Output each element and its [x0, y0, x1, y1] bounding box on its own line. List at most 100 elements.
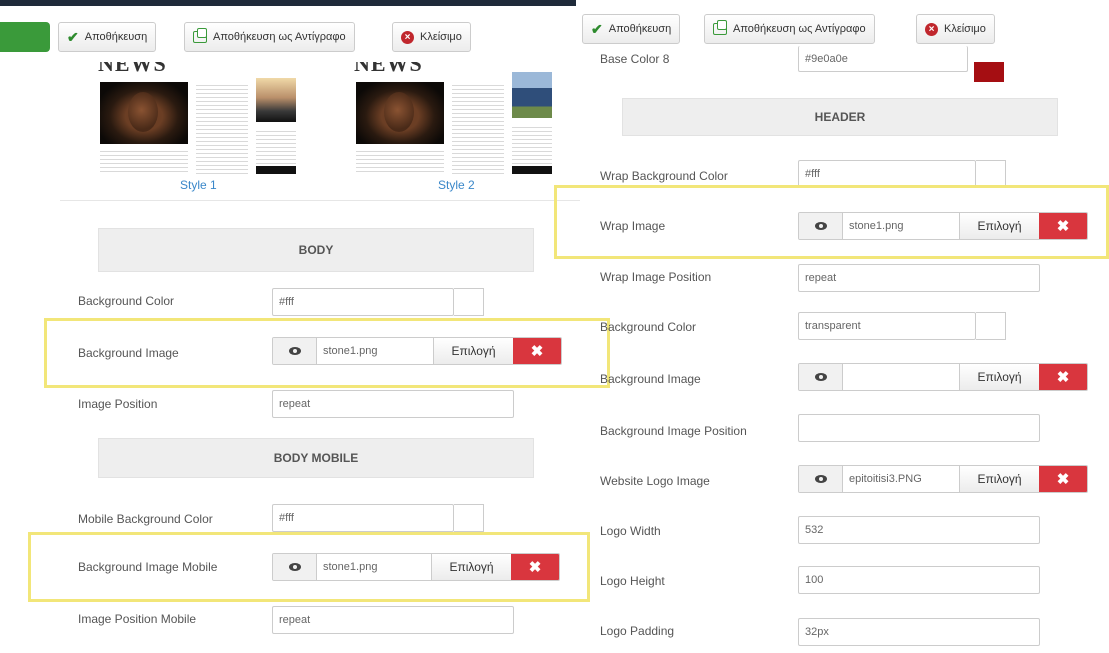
select-image-button[interactable]: Επιλογή: [433, 338, 513, 364]
preview-portrait-1: [100, 82, 188, 144]
logo-padding-label: Logo Padding: [600, 624, 675, 638]
close-button[interactable]: × Κλείσιμο: [392, 22, 471, 52]
mobile-background-color-swatch[interactable]: [454, 504, 484, 532]
mobile-background-color-input[interactable]: #fff: [272, 504, 454, 532]
preview-eye-button[interactable]: [799, 364, 843, 390]
logo-height-input[interactable]: 100: [798, 566, 1040, 594]
style-2-link[interactable]: Style 2: [438, 178, 475, 192]
wrap-background-color-swatch[interactable]: [976, 160, 1006, 188]
background-image-position-label: Background Image Position: [600, 424, 747, 438]
logo-padding-input[interactable]: 32px: [798, 618, 1040, 646]
remove-x-icon: ✖: [1056, 369, 1070, 386]
logo-width-input[interactable]: 532: [798, 516, 1040, 544]
close-circle-icon: ×: [925, 22, 938, 36]
background-image-label: Background Image: [78, 346, 179, 360]
logo-height-label: Logo Height: [600, 574, 665, 588]
preview-eye-button[interactable]: [273, 554, 317, 580]
background-image-mobile-value[interactable]: stone1.png: [317, 554, 431, 580]
save-button[interactable]: ✔ Αποθήκευση: [58, 22, 157, 52]
copy-icon: [713, 20, 727, 35]
base-color-8-swatch[interactable]: [974, 62, 1004, 82]
style-1-link[interactable]: Style 1: [180, 178, 217, 192]
eye-icon: [814, 373, 827, 381]
base-color-8-label: Base Color 8: [600, 52, 670, 66]
remove-x-icon: ✖: [528, 559, 542, 576]
logo-width-label: Logo Width: [600, 524, 661, 538]
background-image-value[interactable]: stone1.png: [317, 338, 433, 364]
remove-x-icon: ✖: [1056, 471, 1070, 488]
background-color-swatch[interactable]: [454, 288, 484, 316]
eye-icon: [814, 475, 827, 483]
select-image-button[interactable]: Επιλογή: [959, 213, 1039, 239]
wrap-image-position-label: Wrap Image Position: [600, 270, 712, 284]
image-position-mobile-label: Image Position Mobile: [78, 612, 197, 626]
copy-icon: [193, 28, 207, 43]
preview-eye-button[interactable]: [799, 213, 843, 239]
save-copy-button-right[interactable]: Αποθήκευση ως Αντίγραφο: [704, 14, 875, 44]
section-heading-header: HEADER: [622, 98, 1058, 136]
website-logo-image-value[interactable]: epitoitisi3.PNG: [843, 466, 959, 492]
save-copy-button-label: Αποθήκευση ως Αντίγραφο: [213, 31, 346, 43]
wrap-image-position-input[interactable]: repeat: [798, 264, 1040, 292]
background-image-media-field-right: Επιλογή ✖: [798, 363, 1088, 391]
preview-eye-button[interactable]: [799, 466, 843, 492]
remove-image-button[interactable]: ✖: [1039, 466, 1087, 492]
select-image-button[interactable]: Επιλογή: [959, 466, 1039, 492]
wrap-image-label: Wrap Image: [600, 219, 666, 233]
preview-text-block: [356, 148, 444, 174]
preview-eye-button[interactable]: [273, 338, 317, 364]
preview-thumbnail-image: [256, 78, 296, 122]
wrap-background-color-input[interactable]: #fff: [798, 160, 976, 188]
preview-text-block: [100, 148, 188, 174]
image-position-mobile-input[interactable]: repeat: [272, 606, 514, 634]
save-button-right[interactable]: ✔ Αποθήκευση: [582, 14, 681, 44]
background-color-swatch-right[interactable]: [976, 312, 1006, 340]
section-heading-body-mobile: BODY MOBILE: [98, 438, 534, 478]
select-image-button[interactable]: Επιλογή: [959, 364, 1039, 390]
green-toolbar-button[interactable]: [0, 22, 50, 52]
close-button-label: Κλείσιμο: [944, 23, 986, 35]
preview-thumbnail-image: [512, 72, 552, 118]
remove-x-icon: ✖: [530, 343, 544, 360]
eye-icon: [288, 563, 301, 571]
preview-footer-bar: [256, 166, 296, 174]
remove-image-button[interactable]: ✖: [511, 554, 559, 580]
save-copy-button-label: Αποθήκευση ως Αντίγραφο: [733, 23, 866, 35]
wrap-background-color-label: Wrap Background Color: [600, 169, 728, 183]
remove-image-button[interactable]: ✖: [1039, 364, 1087, 390]
close-button-label: Κλείσιμο: [420, 31, 462, 43]
top-dark-bar: [0, 0, 576, 6]
remove-image-button[interactable]: ✖: [513, 338, 561, 364]
preview-portrait-2: [356, 82, 444, 144]
preview-text-block: [256, 128, 296, 164]
preview-text-block: [512, 124, 552, 164]
background-color-input[interactable]: #fff: [272, 288, 454, 316]
save-button-label: Αποθήκευση: [608, 23, 672, 35]
image-position-input[interactable]: repeat: [272, 390, 514, 418]
eye-icon: [288, 347, 301, 355]
preview-text-block: [196, 82, 248, 174]
background-image-media-field: stone1.png Επιλογή ✖: [272, 337, 562, 365]
preview-headline-1: LATEST NEWS: [98, 62, 248, 74]
background-color-label: Background Color: [78, 294, 175, 308]
remove-image-button[interactable]: ✖: [1039, 213, 1087, 239]
background-image-mobile-label: Background Image Mobile: [78, 560, 218, 574]
wrap-image-value[interactable]: stone1.png: [843, 213, 959, 239]
check-icon: ✔: [591, 20, 603, 37]
image-position-label: Image Position: [78, 397, 158, 411]
preview-text-block: [452, 82, 504, 174]
select-image-button[interactable]: Επιλογή: [431, 554, 511, 580]
section-heading-body: BODY: [98, 228, 534, 272]
background-image-value-right[interactable]: [843, 364, 959, 390]
background-image-mobile-media-field: stone1.png Επιλογή ✖: [272, 553, 560, 581]
divider: [60, 200, 580, 201]
close-button-right[interactable]: × Κλείσιμο: [916, 14, 995, 44]
mobile-background-color-label: Mobile Background Color: [78, 512, 213, 526]
background-image-label-right: Background Image: [600, 372, 701, 386]
website-logo-image-media-field: epitoitisi3.PNG Επιλογή ✖: [798, 465, 1088, 493]
background-color-input-right[interactable]: transparent: [798, 312, 976, 340]
portrait-face: [384, 92, 414, 132]
save-copy-button[interactable]: Αποθήκευση ως Αντίγραφο: [184, 22, 355, 52]
background-image-position-input[interactable]: [798, 414, 1040, 442]
base-color-8-input[interactable]: #9e0a0e: [798, 46, 968, 72]
